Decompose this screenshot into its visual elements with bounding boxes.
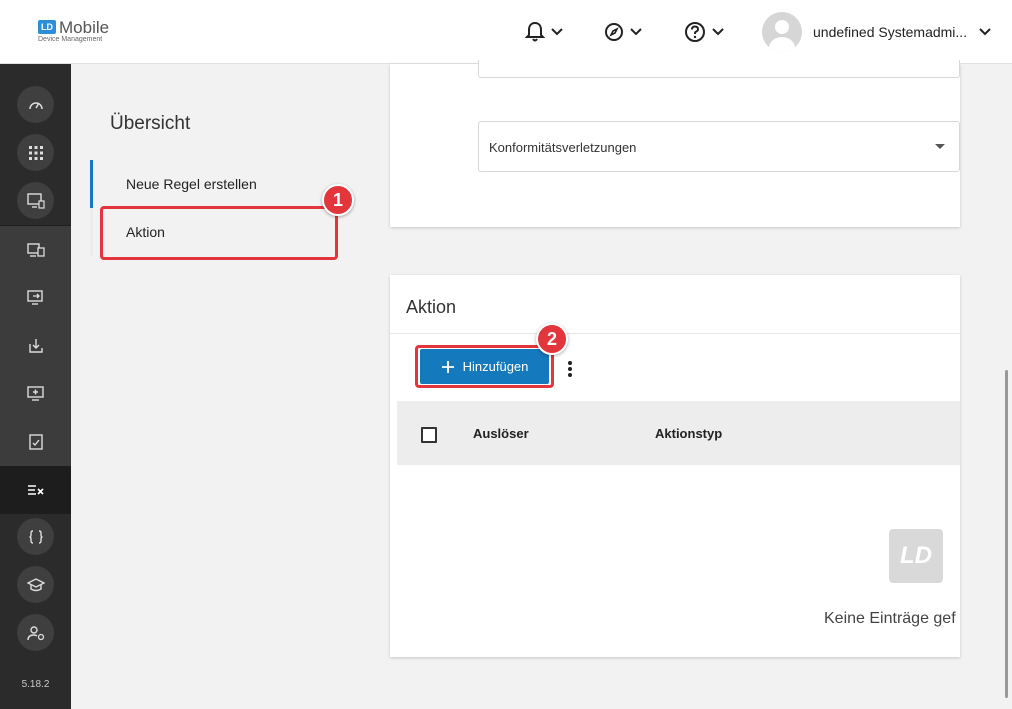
- nav-dashboard[interactable]: [17, 86, 54, 123]
- chevron-down-icon: [551, 28, 563, 36]
- overview-title: Übersicht: [110, 113, 191, 134]
- nav-user-settings[interactable]: [17, 614, 54, 651]
- user-settings-icon: [26, 625, 44, 640]
- avatar: [762, 12, 802, 52]
- condition-select-value: Konformitätsverletzungen: [489, 140, 637, 155]
- compliance-icon: [27, 484, 44, 495]
- table-header: Auslöser Aktionstyp: [397, 401, 960, 465]
- dropdown-arrow-icon: [935, 144, 945, 149]
- column-header-trigger[interactable]: Auslöser: [473, 426, 529, 441]
- nav-scripts[interactable]: [17, 518, 54, 555]
- page-scrollbar[interactable]: [1005, 370, 1008, 698]
- inactive-indicator: [90, 208, 93, 256]
- apps-icon: [28, 145, 43, 160]
- nav-add-device[interactable]: [0, 370, 71, 417]
- nav-screen-share[interactable]: [0, 274, 71, 321]
- action-card: Aktion: [390, 275, 960, 657]
- user-menu[interactable]: undefined Systemadmi...: [762, 12, 991, 52]
- kebab-dot: [568, 367, 572, 371]
- left-navigation: 5.18.2: [0, 64, 71, 709]
- checklist-icon: [28, 433, 43, 450]
- nav-group-devices: [0, 226, 71, 513]
- previous-select[interactable]: [478, 60, 960, 78]
- empty-state-logo: LD: [889, 529, 943, 583]
- callout-highlight-2: [415, 345, 554, 388]
- download-icon: [28, 338, 43, 353]
- kebab-dot: [568, 373, 572, 377]
- help-icon: [685, 22, 705, 42]
- nav-device-settings[interactable]: [17, 182, 54, 219]
- compass-icon: [605, 23, 623, 41]
- nav-divider: [0, 513, 71, 514]
- kebab-dot: [568, 361, 572, 365]
- overview-item-label: Neue Regel erstellen: [126, 176, 257, 192]
- notifications-button[interactable]: [525, 20, 563, 44]
- active-indicator: [90, 160, 93, 208]
- empty-state-text: Keine Einträge gef: [824, 610, 956, 627]
- more-options-button[interactable]: [562, 360, 578, 380]
- overview-item-new-rule[interactable]: Neue Regel erstellen: [90, 160, 340, 208]
- screen-add-icon: [26, 385, 44, 401]
- callout-number-2: 2: [536, 323, 568, 355]
- logo-subtitle: Device Management: [38, 36, 103, 43]
- select-all-checkbox[interactable]: [421, 427, 437, 443]
- callout-highlight-1: [100, 206, 338, 260]
- callout-number-1: 1: [322, 184, 354, 216]
- help-button[interactable]: [684, 20, 724, 44]
- chevron-down-icon: [979, 28, 991, 36]
- condition-select[interactable]: Konformitätsverletzungen: [478, 121, 960, 172]
- top-bar: LD Mobile Device Management undefined Sy…: [0, 0, 1012, 64]
- action-card-title: Aktion: [406, 297, 457, 317]
- screen-arrow-icon: [26, 289, 43, 305]
- rule-card: Konformitätsverletzungen: [390, 60, 960, 227]
- graduation-icon: [26, 577, 45, 591]
- nav-devices[interactable]: [0, 226, 71, 273]
- nav-checklist[interactable]: [0, 418, 71, 465]
- chevron-down-icon: [712, 28, 724, 36]
- user-name: undefined Systemadmi...: [813, 24, 968, 40]
- device-settings-icon: [26, 192, 45, 209]
- card-divider: [390, 333, 960, 334]
- chevron-down-icon: [630, 28, 642, 36]
- explore-button[interactable]: [604, 20, 642, 44]
- bell-icon: [525, 21, 545, 42]
- devices-icon: [26, 242, 45, 257]
- column-header-action-type[interactable]: Aktionstyp: [655, 426, 722, 441]
- logo-badge: LD: [38, 20, 56, 34]
- dashboard-icon: [28, 101, 43, 109]
- app-version: 5.18.2: [21, 679, 50, 690]
- braces-icon: [28, 529, 43, 544]
- nav-training[interactable]: [17, 566, 54, 603]
- nav-downloads[interactable]: [0, 322, 71, 369]
- logo-title: Mobile: [59, 18, 110, 37]
- nav-compliance[interactable]: [0, 466, 71, 513]
- nav-apps[interactable]: [17, 134, 54, 171]
